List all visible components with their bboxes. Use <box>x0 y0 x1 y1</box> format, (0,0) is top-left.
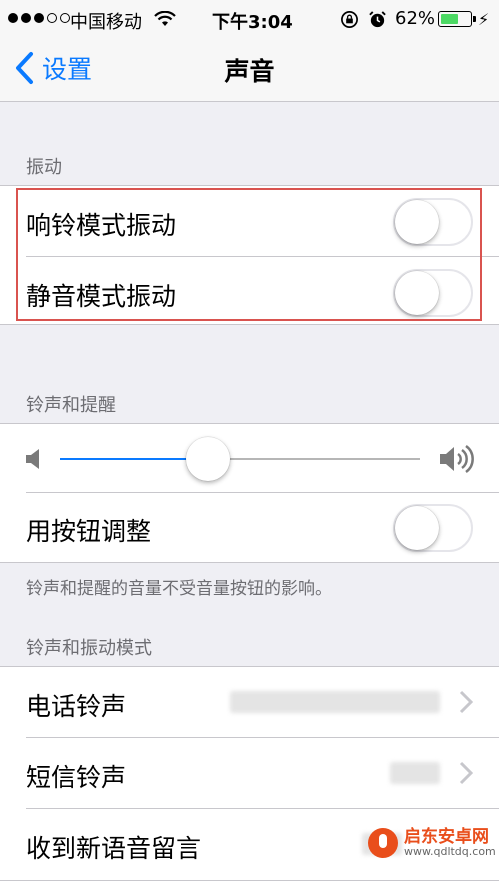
new-voicemail-label: 收到新语音留言 <box>26 834 202 863</box>
carrier-name: 中国移动 <box>70 12 142 33</box>
section-header-vibrate: 振动 <box>26 157 62 178</box>
watermark: 启东安卓网 www.qdltdq.com <box>368 828 496 858</box>
chevron-right-icon <box>459 761 473 785</box>
battery-nub <box>473 16 476 22</box>
battery-icon <box>438 11 472 27</box>
battery-percentage: 62% <box>395 8 436 29</box>
adjust-with-buttons-label: 用按钮调整 <box>26 517 152 546</box>
section-header-ringer: 铃声和提醒 <box>26 395 116 416</box>
charging-bolt-icon: ⚡ <box>478 10 490 29</box>
chevron-right-icon <box>459 690 473 714</box>
ringtone-row[interactable]: 电话铃声 <box>0 667 499 737</box>
blurred-value <box>230 691 440 713</box>
blurred-value <box>390 762 440 784</box>
adjust-with-buttons-toggle[interactable] <box>393 504 473 552</box>
watermark-title: 启东安卓网 <box>404 827 489 847</box>
watermark-url: www.qdltdq.com <box>404 845 496 858</box>
watermark-logo-icon <box>368 828 398 858</box>
status-time: 下午3:04 <box>212 12 293 33</box>
ringer-footer-note: 铃声和提醒的音量不受音量按钮的影响。 <box>26 579 332 599</box>
ringtone-label: 电话铃声 <box>26 692 127 721</box>
page-title: 声音 <box>224 57 275 86</box>
rotation-lock-icon <box>341 11 358 28</box>
row-separator <box>26 492 499 493</box>
alarm-clock-icon <box>369 11 386 28</box>
text-tone-row[interactable]: 短信铃声 <box>0 738 499 808</box>
battery-level-fill <box>441 14 458 24</box>
wifi-icon <box>154 11 176 26</box>
text-tone-label: 短信铃声 <box>26 763 127 792</box>
volume-slider-track[interactable] <box>60 458 420 460</box>
volume-high-icon <box>440 444 474 474</box>
section-header-patterns: 铃声和振动模式 <box>26 638 152 659</box>
highlight-box <box>16 188 482 321</box>
signal-strength-dots <box>8 13 70 23</box>
volume-low-icon <box>26 449 39 469</box>
volume-slider-thumb[interactable] <box>185 437 230 481</box>
